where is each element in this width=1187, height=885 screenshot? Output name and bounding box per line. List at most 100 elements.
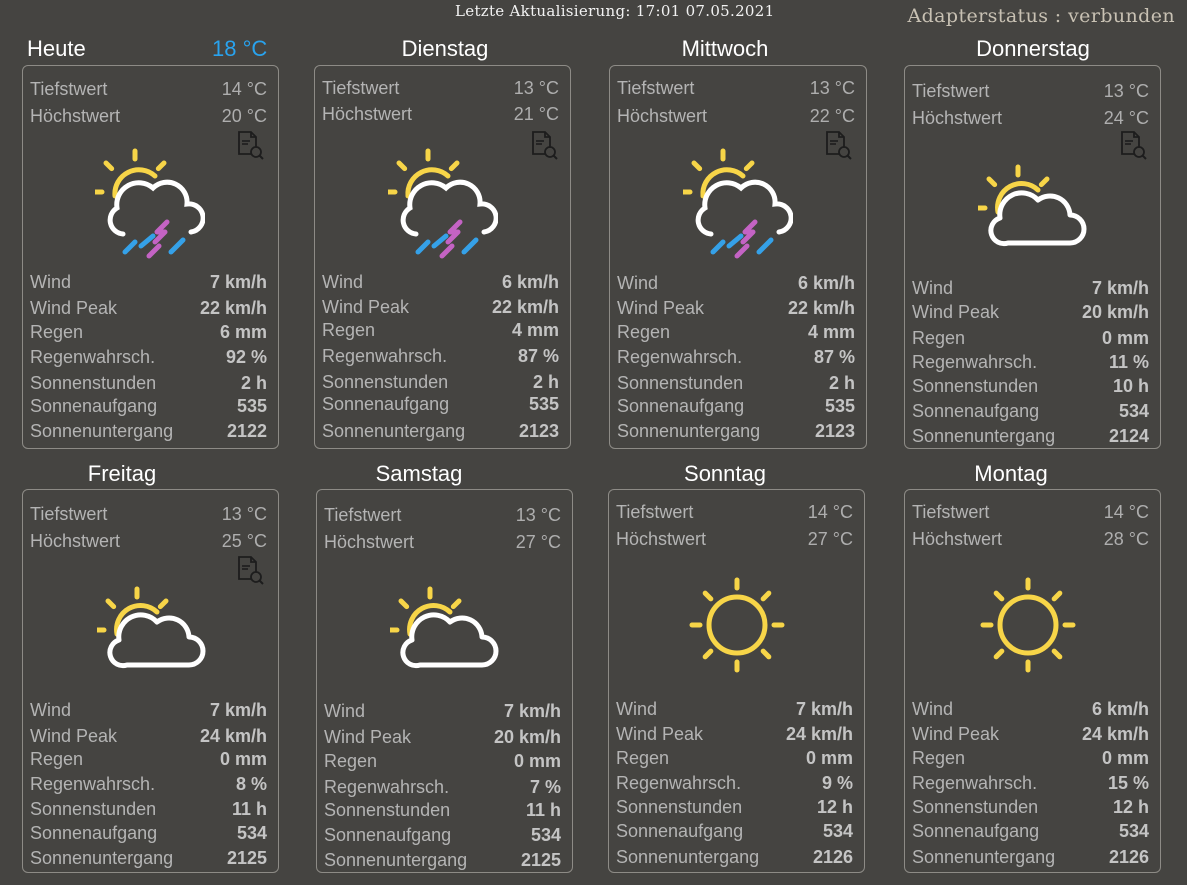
label-wind-peak: Wind Peak: [912, 723, 1000, 744]
row-rain-prob: Regenwahrsch. 92 %: [30, 346, 267, 368]
label-high: Höchstwert: [30, 105, 121, 126]
document-search-icon[interactable]: [235, 130, 265, 160]
sun-icon: [975, 572, 1081, 683]
label-high: Höchstwert: [617, 105, 708, 126]
row-wind: Wind 7 km/h: [30, 271, 267, 293]
value-rain: 4 mm: [511, 319, 559, 340]
label-wind-peak: Wind Peak: [324, 726, 412, 747]
row-wind: Wind 6 km/h: [912, 698, 1149, 720]
value-rain: 0 mm: [1101, 327, 1149, 348]
value-rain: 4 mm: [807, 321, 855, 342]
label-wind-peak: Wind Peak: [322, 296, 410, 317]
row-sun-hours: Sonnenstunden 2 h: [617, 372, 855, 394]
day-title-2: Mittwoch: [681, 36, 769, 61]
label-sun-hours: Sonnenstunden: [30, 798, 157, 819]
row-rain: Regen 4 mm: [322, 319, 559, 341]
value-wind-peak: 24 km/h: [199, 725, 267, 746]
value-low: 14 °C: [221, 78, 267, 99]
value-sunset: 2126: [1108, 846, 1149, 867]
value-low: 13 °C: [515, 504, 561, 525]
row-wind-peak: Wind Peak 24 km/h: [616, 723, 853, 745]
label-high: Höchstwert: [324, 531, 415, 552]
label-rain: Regen: [322, 319, 376, 340]
label-sunset: Sonnenuntergang: [617, 420, 761, 441]
row-sunset: Sonnenuntergang 2126: [616, 846, 853, 868]
value-wind-peak: 20 km/h: [1081, 301, 1149, 322]
label-sun-hours: Sonnenstunden: [322, 371, 449, 392]
row-wind: Wind 6 km/h: [322, 271, 559, 293]
value-low: 14 °C: [807, 501, 853, 522]
value-sunrise: 535: [236, 395, 267, 416]
label-rain-prob: Regenwahrsch.: [324, 776, 450, 797]
row-sunrise: Sonnenaufgang 534: [912, 400, 1149, 422]
row-sunset: Sonnenuntergang 2122: [30, 420, 267, 442]
label-rain: Regen: [324, 750, 378, 771]
value-rain-prob: 92 %: [225, 346, 267, 367]
value-low: 13 °C: [809, 77, 855, 98]
label-sun-hours: Sonnenstunden: [324, 799, 451, 820]
label-rain-prob: Regenwahrsch.: [617, 346, 743, 367]
label-rain: Regen: [616, 747, 670, 768]
label-sunset: Sonnenuntergang: [912, 846, 1056, 867]
label-wind: Wind: [30, 271, 72, 292]
value-wind-peak: 24 km/h: [785, 723, 853, 744]
value-sun-hours: 2 h: [532, 371, 559, 392]
value-rain: 0 mm: [219, 748, 267, 769]
label-high: Höchstwert: [30, 530, 121, 551]
label-sunrise: Sonnenaufgang: [616, 820, 744, 841]
value-wind: 7 km/h: [209, 699, 267, 720]
row-rain-prob: Regenwahrsch. 87 %: [617, 346, 855, 368]
row-sun-hours: Sonnenstunden 11 h: [324, 799, 561, 821]
value-rain: 6 mm: [219, 321, 267, 342]
row-high: Höchstwert 27 °C: [616, 528, 853, 550]
label-wind-peak: Wind Peak: [30, 725, 118, 746]
label-sunset: Sonnenuntergang: [322, 420, 466, 441]
last-update-text: Letzte Aktualisierung: 17:01 07.05.2021: [455, 2, 775, 20]
label-low: Tiefstwert: [30, 503, 108, 524]
row-sun-hours: Sonnenstunden 12 h: [912, 796, 1149, 818]
value-sunset: 2124: [1108, 425, 1149, 446]
row-low: Tiefstwert 14 °C: [30, 78, 267, 100]
value-sun-hours: 11 h: [231, 798, 267, 819]
row-sunset: Sonnenuntergang 2123: [322, 420, 559, 442]
value-sunrise: 534: [530, 824, 561, 845]
row-sunrise: Sonnenaufgang 535: [30, 395, 267, 417]
document-search-icon[interactable]: [1118, 130, 1148, 160]
forecast-card-4: Tiefstwert 13 °C Höchstwert 25 °C Wind 7…: [22, 489, 279, 873]
partly-cloudy-icon: [386, 572, 500, 677]
value-high: 28 °C: [1103, 528, 1149, 549]
row-wind-peak: Wind Peak 24 km/h: [30, 725, 267, 747]
value-rain-prob: 15 %: [1107, 772, 1149, 793]
row-sun-hours: Sonnenstunden 10 h: [912, 375, 1149, 397]
value-rain-prob: 7 %: [529, 776, 561, 797]
document-search-icon[interactable]: [529, 130, 559, 160]
row-high: Höchstwert 20 °C: [30, 105, 267, 127]
row-sunrise: Sonnenaufgang 535: [322, 393, 559, 415]
label-rain-prob: Regenwahrsch.: [912, 772, 1038, 793]
row-wind-peak: Wind Peak 22 km/h: [30, 297, 267, 319]
row-rain: Regen 0 mm: [30, 748, 267, 770]
row-high: Höchstwert 27 °C: [324, 531, 561, 553]
label-rain: Regen: [912, 747, 966, 768]
value-low: 13 °C: [513, 77, 559, 98]
value-high: 25 °C: [221, 530, 267, 551]
label-sunset: Sonnenuntergang: [30, 847, 174, 868]
label-low: Tiefstwert: [616, 501, 694, 522]
day-title-1: Dienstag: [401, 36, 489, 61]
row-sunrise: Sonnenaufgang 534: [616, 820, 853, 842]
value-wind-peak: 24 km/h: [1081, 723, 1149, 744]
value-wind-peak: 22 km/h: [491, 296, 559, 317]
label-high: Höchstwert: [912, 528, 1003, 549]
value-sun-hours: 11 h: [525, 799, 561, 820]
row-rain: Regen 0 mm: [616, 747, 853, 769]
value-wind-peak: 20 km/h: [493, 726, 561, 747]
label-low: Tiefstwert: [30, 78, 108, 99]
label-rain-prob: Regenwahrsch.: [616, 772, 742, 793]
document-search-icon[interactable]: [823, 130, 853, 160]
value-rain-prob: 87 %: [813, 346, 855, 367]
value-sunset: 2122: [226, 420, 267, 441]
document-search-icon[interactable]: [235, 555, 265, 585]
row-wind-peak: Wind Peak 20 km/h: [912, 301, 1149, 323]
row-sun-hours: Sonnenstunden 2 h: [30, 372, 267, 394]
row-wind-peak: Wind Peak 24 km/h: [912, 723, 1149, 745]
